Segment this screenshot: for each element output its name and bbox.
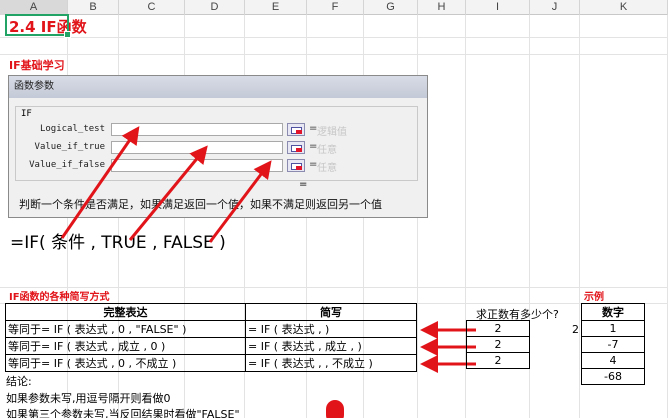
result-cell[interactable]: 2	[466, 320, 530, 337]
number-cell[interactable]: -7	[581, 336, 645, 353]
j-cell-value[interactable]: 2	[572, 323, 579, 336]
arrow-to-value-if-false	[208, 160, 272, 243]
table-header-row: 完整表达 简写	[5, 303, 417, 321]
table-cell[interactable]: = IF ( 表达式 , , 不成立 )	[245, 354, 417, 372]
table-row: 等同于= IF ( 表达式 , 0 , "FALSE" ) = IF ( 表达式…	[5, 320, 417, 338]
note-1: 如果参数未写,用逗号隔开则看做0	[6, 392, 171, 405]
numbers-header: 数字	[581, 303, 645, 321]
number-cell[interactable]: 1	[581, 320, 645, 337]
number-cell[interactable]: -68	[581, 368, 645, 385]
table-cell[interactable]: 等同于= IF ( 表达式 , 0 , "FALSE" )	[5, 320, 246, 338]
note-2: 如果第三个参数未写,当反回结果时看做"FALSE"	[6, 408, 240, 418]
table-row: 等同于= IF ( 表达式 , 成立 , 0 ) = IF ( 表达式 , 成立…	[5, 337, 417, 355]
section-shorthand-title: IF函数的各种简写方式	[9, 292, 110, 303]
shorthand-table: 完整表达 简写 等同于= IF ( 表达式 , 0 , "FALSE" ) = …	[5, 303, 417, 372]
numbers-table: 数字 1 -7 4 -68	[581, 303, 645, 385]
table-row: 等同于= IF ( 表达式 , 0 , 不成立 ) = IF ( 表达式 , ,…	[5, 354, 417, 372]
table-cell[interactable]: = IF ( 表达式 , )	[245, 320, 417, 338]
header-shorthand: 简写	[245, 303, 417, 321]
result-cell[interactable]: 2	[466, 336, 530, 353]
red-marker	[326, 400, 344, 418]
section-example-title: 示例	[584, 292, 604, 303]
arrow-to-logical-test	[60, 126, 140, 239]
result-table: 2 2 2	[466, 320, 530, 369]
number-cell[interactable]: 4	[581, 352, 645, 369]
header-full-expression: 完整表达	[5, 303, 246, 321]
conclusion-label: 结论:	[6, 375, 32, 388]
table-cell[interactable]: 等同于= IF ( 表达式 , 0 , 不成立 )	[5, 354, 246, 372]
arrow-to-value-if-true	[128, 145, 208, 241]
table-cell[interactable]: 等同于= IF ( 表达式 , 成立 , 0 )	[5, 337, 246, 355]
result-cell[interactable]: 2	[466, 352, 530, 369]
table-cell[interactable]: = IF ( 表达式 , 成立 , )	[245, 337, 417, 355]
